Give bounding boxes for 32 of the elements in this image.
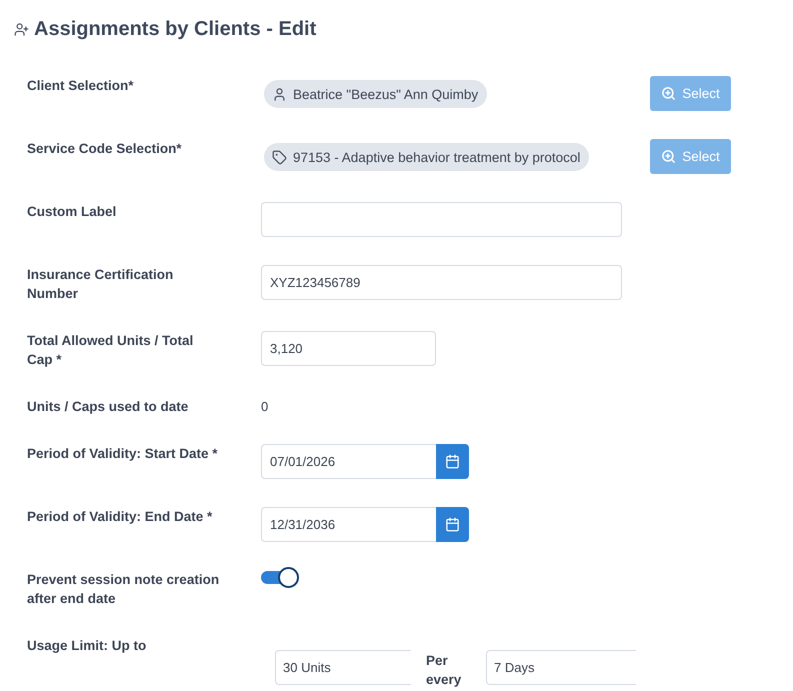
- magnifier-plus-icon: [661, 149, 676, 164]
- date-input[interactable]: 07/01/2026: [261, 444, 436, 479]
- per-label: Per every: [426, 652, 462, 689]
- number-input[interactable]: 3,120: [261, 331, 436, 366]
- calendar-icon: [445, 517, 460, 532]
- tag-icon: [272, 150, 287, 164]
- calendar-button[interactable]: [436, 444, 469, 479]
- field-label: Period of Validity: End Date *: [27, 508, 214, 526]
- units-used-value: 0: [261, 398, 268, 416]
- field-label: Usage Limit: Up to: [27, 637, 148, 655]
- text-input[interactable]: [261, 202, 622, 237]
- field-label: Total Allowed Units / Total Cap *: [27, 332, 194, 369]
- chip-label: Beatrice "Beezus" Ann Quimby: [293, 86, 478, 102]
- calendar-button[interactable]: [436, 507, 469, 542]
- user-plus-icon: [14, 22, 29, 36]
- field-label: Insurance Certification Number: [27, 266, 174, 303]
- page-title: Assignments by Clients - Edit: [34, 17, 316, 41]
- field-label: Client Selection*: [27, 77, 135, 95]
- toggle-switch[interactable]: [261, 567, 299, 588]
- date-input[interactable]: 12/31/2036: [261, 507, 436, 542]
- person-icon: [272, 86, 287, 102]
- field-label: Custom Label: [27, 203, 118, 221]
- field-label: Service Code Selection*: [27, 140, 183, 158]
- calendar-icon: [445, 454, 460, 469]
- amount-input[interactable]: 30 Units: [275, 650, 411, 685]
- text-input[interactable]: XYZ123456789: [261, 265, 622, 300]
- field-label: Prevent session note creation after end date: [27, 571, 220, 608]
- period-input[interactable]: 7 Days: [486, 650, 636, 685]
- magnifier-plus-icon: [661, 86, 676, 101]
- field-label: Period of Validity: Start Date *: [27, 445, 219, 463]
- field-label: Units / Caps used to date: [27, 398, 190, 416]
- chip-label: 97153 - Adaptive behavior treatment by protocol: [293, 150, 580, 164]
